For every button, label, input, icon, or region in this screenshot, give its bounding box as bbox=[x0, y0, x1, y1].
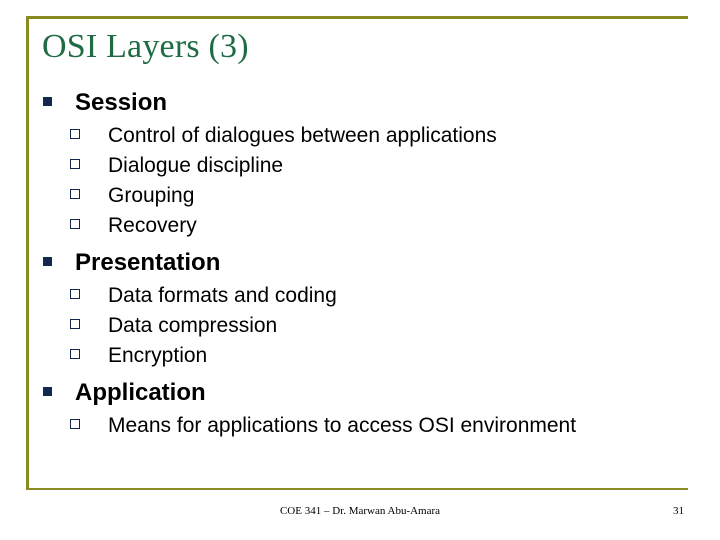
hollow-square-bullet-icon bbox=[42, 181, 108, 209]
hollow-square-bullet-icon bbox=[42, 121, 108, 149]
section-heading-label: Application bbox=[75, 379, 206, 406]
list-item: Control of dialogues between application… bbox=[42, 122, 690, 152]
list-item-label: Means for applications to access OSI env… bbox=[108, 414, 577, 437]
section-items-presentation: Data formats and coding Data compression… bbox=[42, 282, 690, 372]
square-bullet-icon bbox=[42, 96, 75, 108]
hollow-square-bullet-icon bbox=[42, 151, 108, 179]
hollow-square-bullet-icon bbox=[42, 281, 108, 309]
hollow-square-bullet-icon bbox=[42, 341, 108, 369]
square-bullet-icon bbox=[42, 386, 75, 398]
bottom-divider bbox=[26, 488, 688, 490]
list-item: Dialogue discipline bbox=[42, 152, 690, 182]
slide-body: Session Control of dialogues between app… bbox=[42, 88, 690, 448]
page-title: OSI Layers (3) bbox=[42, 28, 249, 65]
slide-footer: COE 341 – Dr. Marwan Abu-Amara bbox=[279, 505, 441, 517]
section-heading-session: Session bbox=[42, 88, 690, 118]
list-item-label: Data compression bbox=[108, 314, 278, 337]
section-heading-label: Presentation bbox=[75, 249, 221, 276]
list-item: Recovery bbox=[42, 212, 690, 242]
page-number: 31 bbox=[673, 505, 684, 517]
list-item: Means for applications to access OSI env… bbox=[42, 412, 690, 442]
list-item: Data formats and coding bbox=[42, 282, 690, 312]
hollow-square-bullet-icon bbox=[42, 311, 108, 339]
list-item-label: Data formats and coding bbox=[108, 284, 337, 307]
list-item: Encryption bbox=[42, 342, 690, 372]
left-divider bbox=[26, 16, 29, 490]
square-bullet-icon bbox=[42, 256, 75, 268]
section-items-application: Means for applications to access OSI env… bbox=[42, 412, 690, 442]
section-heading-application: Application bbox=[42, 378, 690, 408]
section-heading-presentation: Presentation bbox=[42, 248, 690, 278]
list-item-label: Recovery bbox=[108, 214, 197, 237]
list-item-label: Encryption bbox=[108, 344, 208, 367]
list-item-label: Dialogue discipline bbox=[108, 154, 284, 177]
list-item-label: Grouping bbox=[108, 184, 195, 207]
section-heading-label: Session bbox=[75, 89, 168, 116]
slide: OSI Layers (3) Session Control of dialog… bbox=[0, 0, 720, 540]
list-item: Grouping bbox=[42, 182, 690, 212]
list-item: Data compression bbox=[42, 312, 690, 342]
top-divider bbox=[26, 16, 688, 19]
list-item-label: Control of dialogues between application… bbox=[108, 124, 497, 147]
hollow-square-bullet-icon bbox=[42, 411, 108, 439]
hollow-square-bullet-icon bbox=[42, 211, 108, 239]
section-items-session: Control of dialogues between application… bbox=[42, 122, 690, 242]
